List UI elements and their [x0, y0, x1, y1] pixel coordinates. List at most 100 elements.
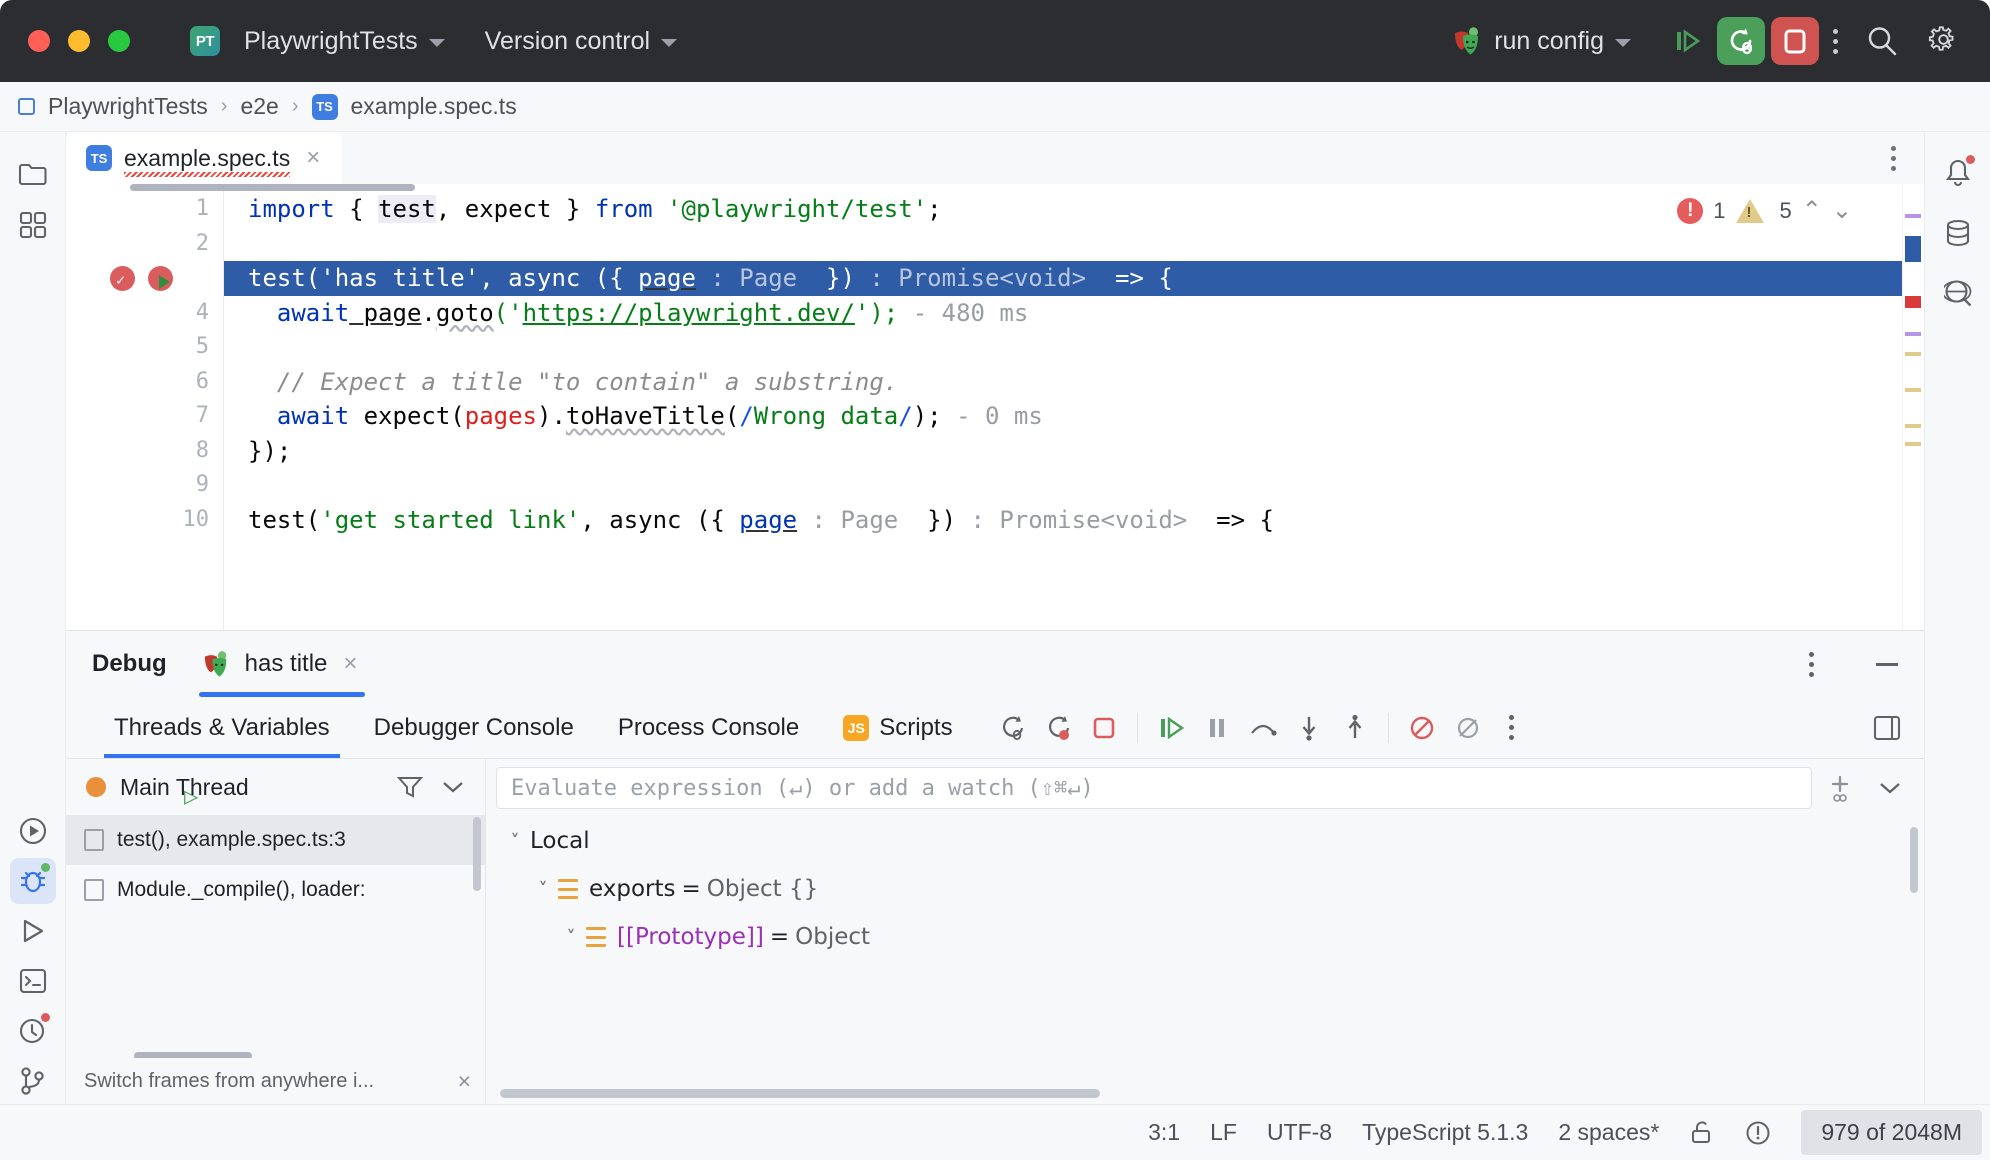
smart-step-into-icon[interactable]: [1035, 705, 1081, 751]
sidebar-item-notifications[interactable]: [1935, 150, 1981, 196]
caret-position[interactable]: 3:1: [1148, 1119, 1180, 1146]
variables-vertical-scrollbar[interactable]: [1910, 827, 1918, 893]
close-tab-icon[interactable]: ×: [302, 144, 324, 172]
unlocked-icon[interactable]: [1689, 1120, 1715, 1146]
breadcrumb-item-project[interactable]: PlaywrightTests: [48, 93, 208, 120]
sidebar-item-run-tests[interactable]: [10, 808, 56, 854]
rerun-debug-button[interactable]: [1717, 17, 1765, 65]
sidebar-item-run[interactable]: [10, 908, 56, 954]
settings-icon[interactable]: [1920, 17, 1968, 65]
stop-icon[interactable]: [1081, 705, 1127, 751]
debug-session-tab[interactable]: has title ×: [198, 631, 366, 697]
indent-setting[interactable]: 2 spaces*: [1558, 1119, 1659, 1146]
language-version[interactable]: TypeScript 5.1.3: [1362, 1119, 1528, 1146]
code-text: }): [912, 505, 971, 534]
add-watch-icon[interactable]: [1818, 773, 1862, 803]
step-out-icon[interactable]: [1332, 705, 1378, 751]
step-over-icon[interactable]: [1240, 705, 1286, 751]
variables-tree[interactable]: ˅ Local ˅ exports = Object {} ˅ [[Protot…: [486, 817, 1924, 1104]
pause-program-icon[interactable]: [1194, 705, 1240, 751]
sidebar-item-git[interactable]: [10, 1058, 56, 1104]
evaluate-expression-input[interactable]: Evaluate expression (↵) or add a watch (…: [496, 767, 1812, 809]
breadcrumb-item-folder[interactable]: e2e: [240, 93, 278, 120]
breadcrumb-item-file[interactable]: example.spec.ts: [351, 93, 517, 120]
view-breakpoints-icon[interactable]: [1445, 705, 1491, 751]
sidebar-item-debug[interactable]: [9, 858, 56, 904]
line-separator[interactable]: LF: [1210, 1119, 1237, 1146]
frame-label: Module._compile(), loader:: [117, 878, 366, 901]
filter-icon[interactable]: [397, 775, 423, 799]
sidebar-item-web-search[interactable]: [1935, 270, 1981, 316]
next-problem-icon[interactable]: ⌄: [1832, 196, 1852, 225]
editor-options-icon[interactable]: [1863, 132, 1924, 184]
mute-breakpoints-icon[interactable]: [1399, 705, 1445, 751]
twisty-expanded-icon[interactable]: ˅: [500, 831, 530, 852]
editor-tab-example-spec[interactable]: TS example.spec.ts ×: [66, 132, 343, 184]
twisty-expanded-icon[interactable]: ˅: [528, 879, 558, 900]
previous-problem-icon[interactable]: ⌃: [1802, 196, 1822, 225]
variable-page: page: [349, 298, 422, 327]
sidebar-item-database[interactable]: [1935, 210, 1981, 256]
tab-process-console[interactable]: Process Console: [596, 697, 821, 758]
resume-button[interactable]: [1663, 17, 1711, 65]
url-link[interactable]: https://playwright.dev/: [523, 299, 855, 327]
code-line-6: // Expect a title "to contain" a substri…: [224, 365, 1924, 400]
tab-scripts[interactable]: JS Scripts: [821, 697, 974, 758]
layout-settings-icon[interactable]: [1864, 705, 1910, 751]
force-step-into-icon[interactable]: [989, 705, 1035, 751]
close-hint-icon[interactable]: ×: [458, 1068, 471, 1095]
debug-options-icon[interactable]: [1809, 651, 1814, 677]
line-number: 8: [195, 437, 209, 463]
more-options-icon[interactable]: [1833, 28, 1838, 54]
variable-row-prototype[interactable]: ˅ [[Prototype]] = Object: [494, 913, 1924, 961]
memory-indicator[interactable]: 979 of 2048M: [1801, 1110, 1982, 1155]
frame-row-current[interactable]: test(), example.spec.ts:3: [66, 815, 485, 865]
editor-marker-bar[interactable]: [1902, 184, 1924, 630]
code-lines[interactable]: import { test, expect } from '@playwrigh…: [224, 184, 1924, 630]
close-session-icon[interactable]: ×: [339, 650, 361, 678]
variable-name: [[Prototype]]: [617, 924, 764, 950]
editor-horizontal-scrollbar[interactable]: [130, 184, 415, 191]
inspection-widget[interactable]: ! 1 5 ⌃ ⌄: [1677, 196, 1852, 225]
debug-panel-title: Debug: [92, 650, 167, 677]
warning-count-label: 5: [1779, 197, 1792, 223]
minimize-window-button[interactable]: [68, 30, 90, 52]
inlay-hint-page-type: : Page: [797, 505, 913, 534]
tab-threads-variables[interactable]: Threads & Variables: [92, 697, 352, 758]
version-control-menu[interactable]: Version control: [475, 20, 687, 63]
editor-and-debug-column: TS example.spec.ts × 1 2 ✓ 4 5 6 7 8 9 1…: [66, 132, 1924, 1104]
frame-row[interactable]: Module._compile(), loader:: [66, 865, 485, 915]
sidebar-item-structure[interactable]: [10, 202, 56, 248]
code-text: ');: [854, 298, 899, 327]
tab-debugger-console[interactable]: Debugger Console: [352, 697, 596, 758]
thread-selector[interactable]: Main Thread: [66, 759, 485, 815]
run-configuration-selector[interactable]: run config: [1443, 20, 1641, 63]
sidebar-item-problems[interactable]: [10, 1008, 56, 1054]
frames-vertical-scrollbar[interactable]: [473, 817, 481, 891]
hide-panel-icon[interactable]: [1876, 662, 1898, 666]
breakpoint-current-execution-icon[interactable]: [148, 266, 173, 291]
maximize-window-button[interactable]: [108, 30, 130, 52]
sidebar-item-terminal[interactable]: [10, 958, 56, 1004]
variable-row-exports[interactable]: ˅ exports = Object {}: [494, 865, 1924, 913]
stop-button[interactable]: [1771, 17, 1819, 65]
project-selector[interactable]: PT PlaywrightTests: [180, 19, 455, 63]
close-window-button[interactable]: [28, 30, 50, 52]
debug-toolbar-more-icon[interactable]: [1508, 715, 1514, 740]
breakpoint-verified-icon[interactable]: [110, 263, 135, 298]
watches-chevron-down-icon[interactable]: [1868, 780, 1912, 796]
variable-row-local[interactable]: ˅ Local: [494, 817, 1924, 865]
function-expect: expect(: [349, 402, 465, 430]
twisty-expanded-icon[interactable]: ˅: [556, 927, 586, 948]
editor-gutter: 1 2 4 5 6 7 8 9 10: [66, 184, 224, 810]
notification-icon[interactable]: [1745, 1120, 1771, 1146]
marker-warning: [1905, 424, 1921, 428]
sidebar-item-project[interactable]: [10, 152, 56, 198]
chevron-down-icon[interactable]: [441, 779, 465, 795]
file-encoding[interactable]: UTF-8: [1267, 1119, 1332, 1146]
search-icon[interactable]: [1858, 17, 1906, 65]
resume-program-icon[interactable]: [1148, 705, 1194, 751]
step-into-icon[interactable]: [1286, 705, 1332, 751]
variables-horizontal-scrollbar[interactable]: [500, 1089, 1100, 1098]
